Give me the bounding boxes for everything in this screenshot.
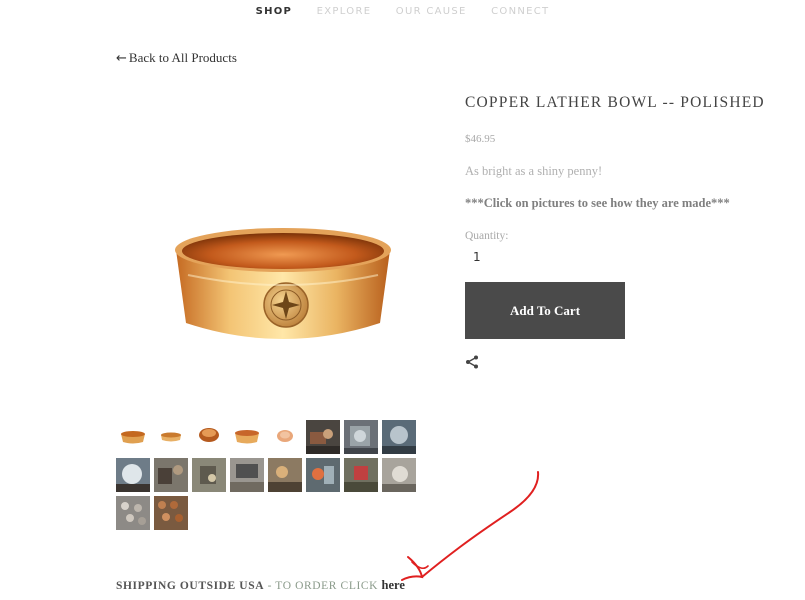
product-title: COPPER LATHER BOWL -- POLISHED [465,94,765,111]
product-description: As bright as a shiny penny! [465,164,603,178]
thumbnail-1[interactable] [116,420,150,454]
share-icon[interactable] [465,355,479,369]
nav-item-connect[interactable]: CONNECT [491,6,549,17]
thumbnail-11[interactable] [192,458,226,492]
shipping-separator: - [264,580,276,592]
nav-item-our-cause[interactable]: OUR CAUSE [396,6,467,17]
thumbnail-3[interactable] [192,420,226,454]
shipping-notice: SHIPPING OUTSIDE USA - TO ORDER CLICK he… [116,578,405,593]
thumbnail-8[interactable] [382,420,416,454]
nav-item-shop[interactable]: SHOP [256,6,293,17]
thumbnail-12[interactable] [230,458,264,492]
thumbnail-5[interactable] [268,420,302,454]
product-main-image[interactable] [168,205,398,360]
back-to-products-link[interactable]: ← Back to All Products [116,50,237,66]
thumbnail-4[interactable] [230,420,264,454]
thumbnail-17[interactable] [116,496,150,530]
shipping-here-link[interactable]: here [382,578,405,592]
red-arrow-annotation [401,471,540,581]
thumbnail-15[interactable] [344,458,378,492]
top-nav: SHOP EXPLORE OUR CAUSE CONNECT [0,6,805,17]
thumbnail-14[interactable] [306,458,340,492]
quantity-input[interactable] [465,247,505,267]
thumbnail-6[interactable] [306,420,340,454]
product-price: $46.95 [465,133,496,145]
thumbnail-18[interactable] [154,496,188,530]
thumbnail-16[interactable] [382,458,416,492]
thumbnail-9[interactable] [116,458,150,492]
quantity-label: Quantity: [465,230,509,242]
back-link-label: Back to All Products [128,50,237,65]
back-arrow-icon: ← [116,51,127,66]
nav-item-explore[interactable]: EXPLORE [317,6,372,17]
shipping-order-text: TO ORDER CLICK [275,580,382,592]
thumbnail-7[interactable] [344,420,378,454]
add-to-cart-button[interactable]: Add To Cart [465,282,625,339]
product-note: ***Click on pictures to see how they are… [465,196,730,210]
thumbnail-13[interactable] [268,458,302,492]
thumbnail-10[interactable] [154,458,188,492]
shipping-heading: SHIPPING OUTSIDE USA [116,580,265,592]
thumbnail-2[interactable] [154,420,188,454]
